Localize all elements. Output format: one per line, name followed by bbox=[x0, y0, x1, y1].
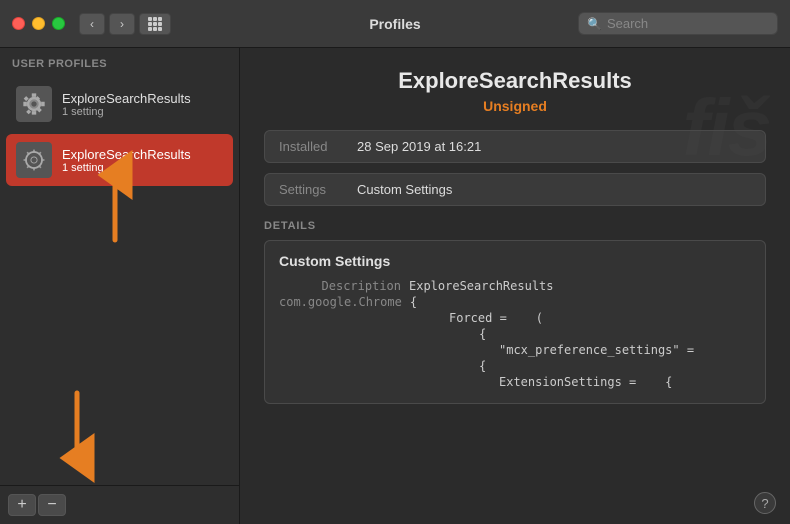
profile-info-1: ExploreSearchResults 1 setting bbox=[62, 91, 191, 118]
gear-icon-1 bbox=[18, 88, 50, 120]
profile-item-1[interactable]: ExploreSearchResults 1 setting bbox=[6, 78, 233, 130]
installed-label: Installed bbox=[279, 139, 349, 154]
close-button[interactable] bbox=[12, 17, 25, 30]
titlebar: ‹ › Profiles 🔍 bbox=[0, 0, 790, 48]
code-block: Description ExploreSearchResults com.goo… bbox=[279, 279, 751, 389]
minimize-button[interactable] bbox=[32, 17, 45, 30]
installed-row: Installed 28 Sep 2019 at 16:21 bbox=[264, 130, 766, 163]
window-title: Profiles bbox=[369, 16, 420, 32]
details-box: Custom Settings Description ExploreSearc… bbox=[264, 240, 766, 404]
traffic-lights bbox=[12, 17, 65, 30]
installed-value: 28 Sep 2019 at 16:21 bbox=[357, 139, 481, 154]
profile-icon-1 bbox=[16, 86, 52, 122]
desc-value: ExploreSearchResults bbox=[409, 279, 554, 293]
forward-button[interactable]: › bbox=[109, 13, 135, 35]
profile-icon-2 bbox=[16, 142, 52, 178]
search-box[interactable]: 🔍 bbox=[578, 12, 778, 35]
detail-title: ExploreSearchResults bbox=[264, 68, 766, 94]
details-header: DETAILS bbox=[264, 220, 766, 232]
profile-setting-1: 1 setting bbox=[62, 106, 191, 118]
back-button[interactable]: ‹ bbox=[79, 13, 105, 35]
add-profile-button[interactable]: + bbox=[8, 494, 36, 516]
code-row-chrome: com.google.Chrome { bbox=[279, 295, 751, 309]
details-box-title: Custom Settings bbox=[279, 253, 751, 269]
annotation-arrow-up bbox=[90, 165, 140, 250]
code-row-mcx: "mcx_preference_settings" = bbox=[279, 343, 751, 357]
remove-profile-button[interactable]: − bbox=[38, 494, 66, 516]
search-input[interactable] bbox=[607, 16, 769, 31]
profile-name-1: ExploreSearchResults bbox=[62, 91, 191, 106]
forced-value: Forced = ( bbox=[409, 311, 543, 325]
main-container: User Profiles ExploreSearchResults 1 set… bbox=[0, 48, 790, 524]
sidebar-bottom: + − bbox=[0, 485, 239, 524]
sidebar-header: User Profiles bbox=[0, 48, 239, 76]
grid-icon bbox=[148, 17, 162, 31]
search-icon: 🔍 bbox=[587, 17, 602, 31]
code-row-brace1: { bbox=[279, 327, 751, 341]
code-row-forced: Forced = ( bbox=[279, 311, 751, 325]
chrome-brace: { bbox=[410, 295, 417, 309]
chrome-label: com.google.Chrome bbox=[279, 295, 410, 309]
code-row-desc: Description ExploreSearchResults bbox=[279, 279, 751, 293]
settings-label: Settings bbox=[279, 182, 349, 197]
maximize-button[interactable] bbox=[52, 17, 65, 30]
code-row-ext: ExtensionSettings = { bbox=[279, 375, 751, 389]
profile-name-2: ExploreSearchResults bbox=[62, 147, 191, 162]
settings-value: Custom Settings bbox=[357, 182, 452, 197]
sidebar: User Profiles ExploreSearchResults 1 set… bbox=[0, 48, 240, 524]
detail-subtitle: Unsigned bbox=[264, 98, 766, 114]
gear-icon-2 bbox=[18, 144, 50, 176]
help-button[interactable]: ? bbox=[754, 492, 776, 514]
details-section: DETAILS Custom Settings Description Expl… bbox=[264, 220, 766, 404]
grid-button[interactable] bbox=[139, 13, 171, 35]
code-row-brace2: { bbox=[279, 359, 751, 373]
nav-buttons: ‹ › bbox=[79, 13, 135, 35]
annotation-arrow-down bbox=[52, 388, 102, 473]
settings-row: Settings Custom Settings bbox=[264, 173, 766, 206]
desc-label: Description bbox=[279, 279, 409, 293]
detail-panel: fiš ExploreSearchResults Unsigned Instal… bbox=[240, 48, 790, 524]
